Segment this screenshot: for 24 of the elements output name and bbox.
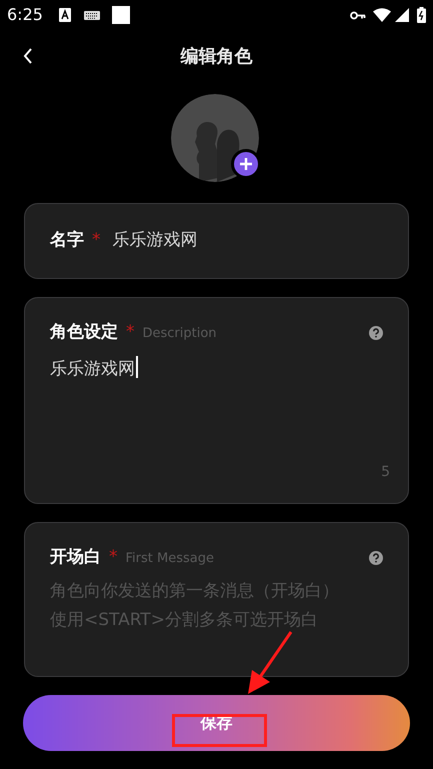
- signal-icon: [395, 8, 409, 22]
- field-hint: First Message: [126, 550, 214, 568]
- wifi-icon: [373, 8, 391, 22]
- keyboard-icon: [84, 10, 100, 20]
- required-mark: *: [92, 229, 100, 252]
- help-icon[interactable]: [369, 550, 383, 565]
- field-hint: Description: [142, 325, 217, 343]
- notification-square: [112, 6, 130, 24]
- text-app-icon: [58, 8, 71, 22]
- battery-icon: [417, 7, 426, 23]
- field-label: 角色设定: [50, 321, 118, 344]
- field-label: 开场白: [50, 546, 101, 569]
- page-title: 编辑角色: [180, 44, 252, 68]
- field-label: 名字: [50, 229, 84, 252]
- key-icon: [350, 10, 366, 20]
- status-time: 6:25: [7, 4, 43, 26]
- plus-icon: [238, 157, 252, 171]
- required-mark: *: [126, 321, 134, 344]
- name-field[interactable]: 名字 * 乐乐游戏网: [24, 203, 409, 279]
- chevron-left-icon: [23, 48, 33, 64]
- required-mark: *: [109, 546, 118, 569]
- help-icon[interactable]: [369, 326, 383, 340]
- character-count: 5: [381, 463, 390, 482]
- text-area[interactable]: 乐乐游戏网: [50, 352, 383, 503]
